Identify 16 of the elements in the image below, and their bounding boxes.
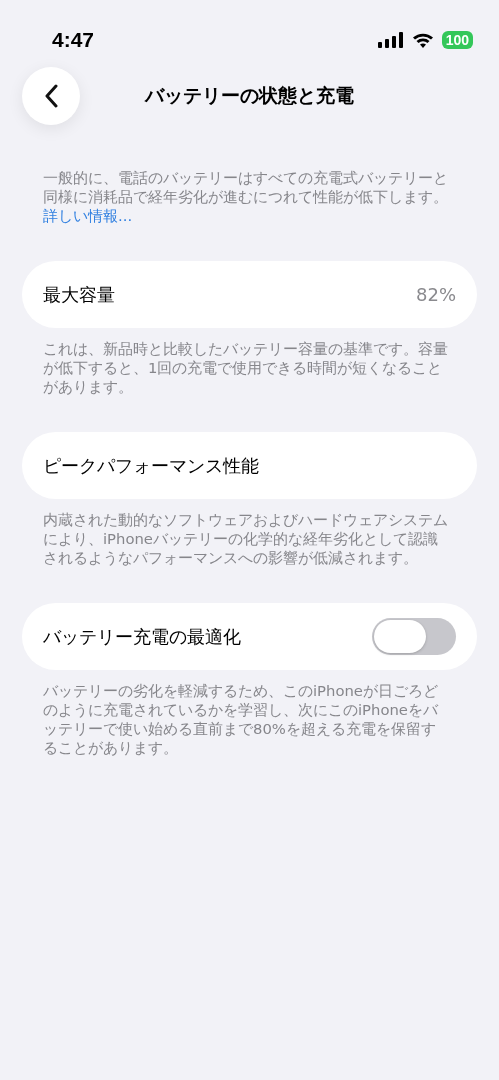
page-title: バッテリーの状態と充電 (143, 83, 355, 108)
section-footer: これは、新品時と比較したバッテリー容量の基準です。容量が低下すると、1回の充電で使用できる時間が短くなることがあります。 (22, 328, 469, 396)
row-label: ピークパフォーマンス性能 (43, 453, 259, 478)
learn-more-link[interactable]: 詳しい情報... (43, 206, 133, 225)
intro-text: 一般的に、電話のバッテリーはすべての充電式バッテリーと同様に消耗品で経年劣化が進むにつれて性能が低下します。 (43, 168, 448, 206)
row-value: 82% (416, 284, 456, 305)
wifi-icon (411, 32, 434, 48)
toggle-switch[interactable] (372, 618, 456, 655)
row-label: 最大容量 (43, 282, 115, 307)
row-label: バッテリー充電の最適化 (43, 624, 241, 649)
signal-icon (377, 32, 404, 48)
section-footer: 内蔵された動的なソフトウェアおよびハードウェアシステムにより、iPhoneバッテリーの化学的な経年劣化として認識されるようなパフォーマンスへの影響が低減されます。 (22, 499, 469, 567)
battery-level: 100 (441, 31, 473, 49)
status-time: 4:47 (52, 28, 95, 52)
chevron-left-icon (44, 84, 58, 108)
section-footer: バッテリーの劣化を軽減するため、このiPhoneが日ごろどのように充電されているかを学習し、次にこのiPhoneをバッテリーで使い始める直前まで80%を超える充電を保留することがあります。 (22, 670, 469, 757)
